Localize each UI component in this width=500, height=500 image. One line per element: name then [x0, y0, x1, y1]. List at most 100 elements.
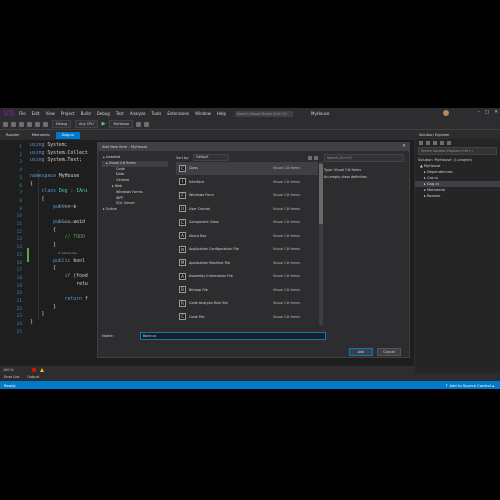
template-details: Search (Ctrl+E) Type: Visual C# Items An… [324, 154, 404, 179]
list-view-icon[interactable] [314, 155, 318, 160]
toolbar: Debug Any CPU ▶ MyHouse [0, 119, 500, 130]
collapse-icon[interactable] [440, 140, 444, 145]
template-category: Visual C# Items [273, 301, 300, 306]
back-icon[interactable] [3, 121, 8, 127]
line-number: 10 [16, 213, 22, 219]
name-input[interactable]: Bone.cs [139, 331, 326, 340]
toolbar-extra-icon[interactable] [136, 121, 142, 127]
forward-icon[interactable] [11, 121, 16, 127]
template-search-input[interactable]: Search (Ctrl+E) [324, 154, 404, 162]
template-list: C Class Visual C# Items I Interface Visual C#… [176, 162, 318, 325]
user-avatar[interactable] [443, 110, 449, 116]
template-name: Bitmap File [189, 287, 208, 292]
template-category: Visual C# Items [273, 179, 300, 184]
add-button[interactable]: Add [349, 348, 373, 356]
home-icon[interactable] [419, 140, 423, 145]
code-text: // TODO [30, 235, 85, 241]
code-text: MyHouse [56, 173, 80, 179]
redo-icon[interactable] [43, 121, 48, 127]
code-text: f [81, 297, 88, 302]
menu-test[interactable]: Test [113, 111, 127, 116]
code-line: } [30, 312, 45, 317]
template-item[interactable]: F Windows Form Visual C# Items [176, 189, 318, 203]
template-category: Visual C# Items [273, 260, 300, 265]
minimize-icon[interactable]: – [478, 110, 480, 115]
tab-dog-cs[interactable]: Dog.cs [55, 132, 80, 139]
name-row: Name: Bone.cs [102, 331, 405, 340]
template-item[interactable]: A Assembly Information File Visual C# Item… [176, 270, 318, 284]
template-item[interactable]: U User Control Visual C# Items [176, 203, 318, 216]
template-icon: F [179, 191, 186, 199]
close-icon[interactable]: ✕ [494, 110, 498, 115]
properties-icon[interactable] [447, 140, 451, 145]
template-item[interactable]: A About Box Visual C# Items [176, 230, 318, 243]
refresh-icon[interactable] [433, 140, 437, 145]
code-text: } [30, 243, 56, 249]
tab-error-list[interactable]: Error List [0, 375, 23, 379]
error-icon[interactable] [31, 367, 36, 372]
menu-help[interactable]: Help [214, 111, 229, 116]
template-item[interactable]: C Component Class Visual C# Items [176, 216, 318, 230]
quick-launch-input[interactable]: Search Visual Studio (Ctrl+Q) [235, 110, 293, 117]
template-item[interactable]: I Interface Visual C# Items [176, 176, 318, 189]
code-text: } [30, 320, 33, 326]
codelens-references[interactable]: 0 references [58, 251, 77, 255]
tab-output[interactable]: Output [23, 375, 43, 379]
menu-extensions[interactable]: Extensions [164, 111, 192, 116]
line-number: 3 [19, 159, 22, 165]
menu-debug[interactable]: Debug [94, 111, 113, 116]
configuration-dropdown[interactable]: Debug [52, 120, 72, 128]
menu-edit[interactable]: Edit [29, 111, 43, 116]
template-item[interactable]: ⚙ Application Configuration File Visual C#… [176, 243, 318, 257]
codelens-references[interactable]: 0 references [58, 204, 77, 208]
template-item[interactable]: ↖Cursor FileVisual C# Items [176, 324, 318, 325]
scrollbar-thumb[interactable] [319, 164, 323, 224]
template-item[interactable]: C Code File Visual C# Items [176, 311, 318, 324]
status-text: Ready [4, 382, 16, 388]
toolbar-extra-icon-2[interactable] [144, 121, 150, 127]
template-icon: A [179, 232, 186, 240]
grid-view-icon[interactable] [308, 155, 312, 160]
template-list-scrollbar[interactable] [319, 162, 323, 325]
template-item[interactable]: M Application Manifest File Visual C# Item… [176, 257, 318, 270]
tab-metroiedo[interactable]: Metroiedo [26, 132, 56, 139]
start-play-icon[interactable]: ▶ [102, 121, 106, 127]
menu-file[interactable]: File [16, 111, 29, 116]
template-item[interactable]: B Bitmap File Visual C# Items [176, 284, 318, 297]
start-button[interactable]: MyHouse [109, 120, 134, 128]
codelens-references[interactable]: 0 references [58, 220, 77, 224]
menu-build[interactable]: Build [78, 111, 94, 116]
undo-icon[interactable] [35, 121, 40, 127]
code-keyword: return [30, 297, 82, 302]
sort-dropdown[interactable]: Default [193, 154, 230, 161]
line-number: 25 [16, 328, 22, 334]
solution-search-input[interactable]: Search Solution Explorer (Ctrl+;) [418, 147, 497, 155]
source-control-button[interactable]: ↑ Add to Source Control ▴ [445, 383, 494, 388]
tab-rooster[interactable]: Rooster [0, 132, 26, 139]
template-item[interactable]: R Code Analysis Rule Set Visual C# Items [176, 297, 318, 311]
template-category: Visual C# Items [273, 274, 300, 279]
template-name: Code Analysis Rule Set [189, 301, 228, 306]
save-icon[interactable] [27, 121, 32, 127]
category-online[interactable]: ▸ Online [102, 207, 168, 213]
menu-window[interactable]: Window [192, 111, 214, 116]
cancel-button[interactable]: Cancel [377, 348, 401, 356]
dialog-close-icon[interactable]: ✕ [402, 143, 406, 151]
menu-project[interactable]: Project [58, 111, 78, 116]
new-file-icon[interactable] [19, 121, 24, 127]
warning-icon[interactable] [39, 367, 44, 372]
maximize-icon[interactable]: □ [485, 110, 489, 115]
code-text: System; [44, 143, 68, 148]
menu-analyze[interactable]: Analyze [127, 111, 149, 116]
sync-icon[interactable] [426, 140, 430, 145]
menu-tools[interactable]: Tools [149, 111, 165, 116]
zoom-level[interactable]: 100 % [3, 368, 14, 372]
template-category: Visual C# Items [273, 287, 300, 292]
menu-view[interactable]: View [42, 111, 58, 116]
template-item[interactable]: C Class Visual C# Items [176, 162, 318, 176]
code-line: public bool [30, 259, 85, 264]
solution-explorer-toolbar [415, 139, 500, 146]
tree-item-rooster[interactable]: ▸ Rooster [415, 193, 500, 199]
template-icon: C [179, 164, 186, 172]
platform-dropdown[interactable]: Any CPU [75, 120, 98, 128]
